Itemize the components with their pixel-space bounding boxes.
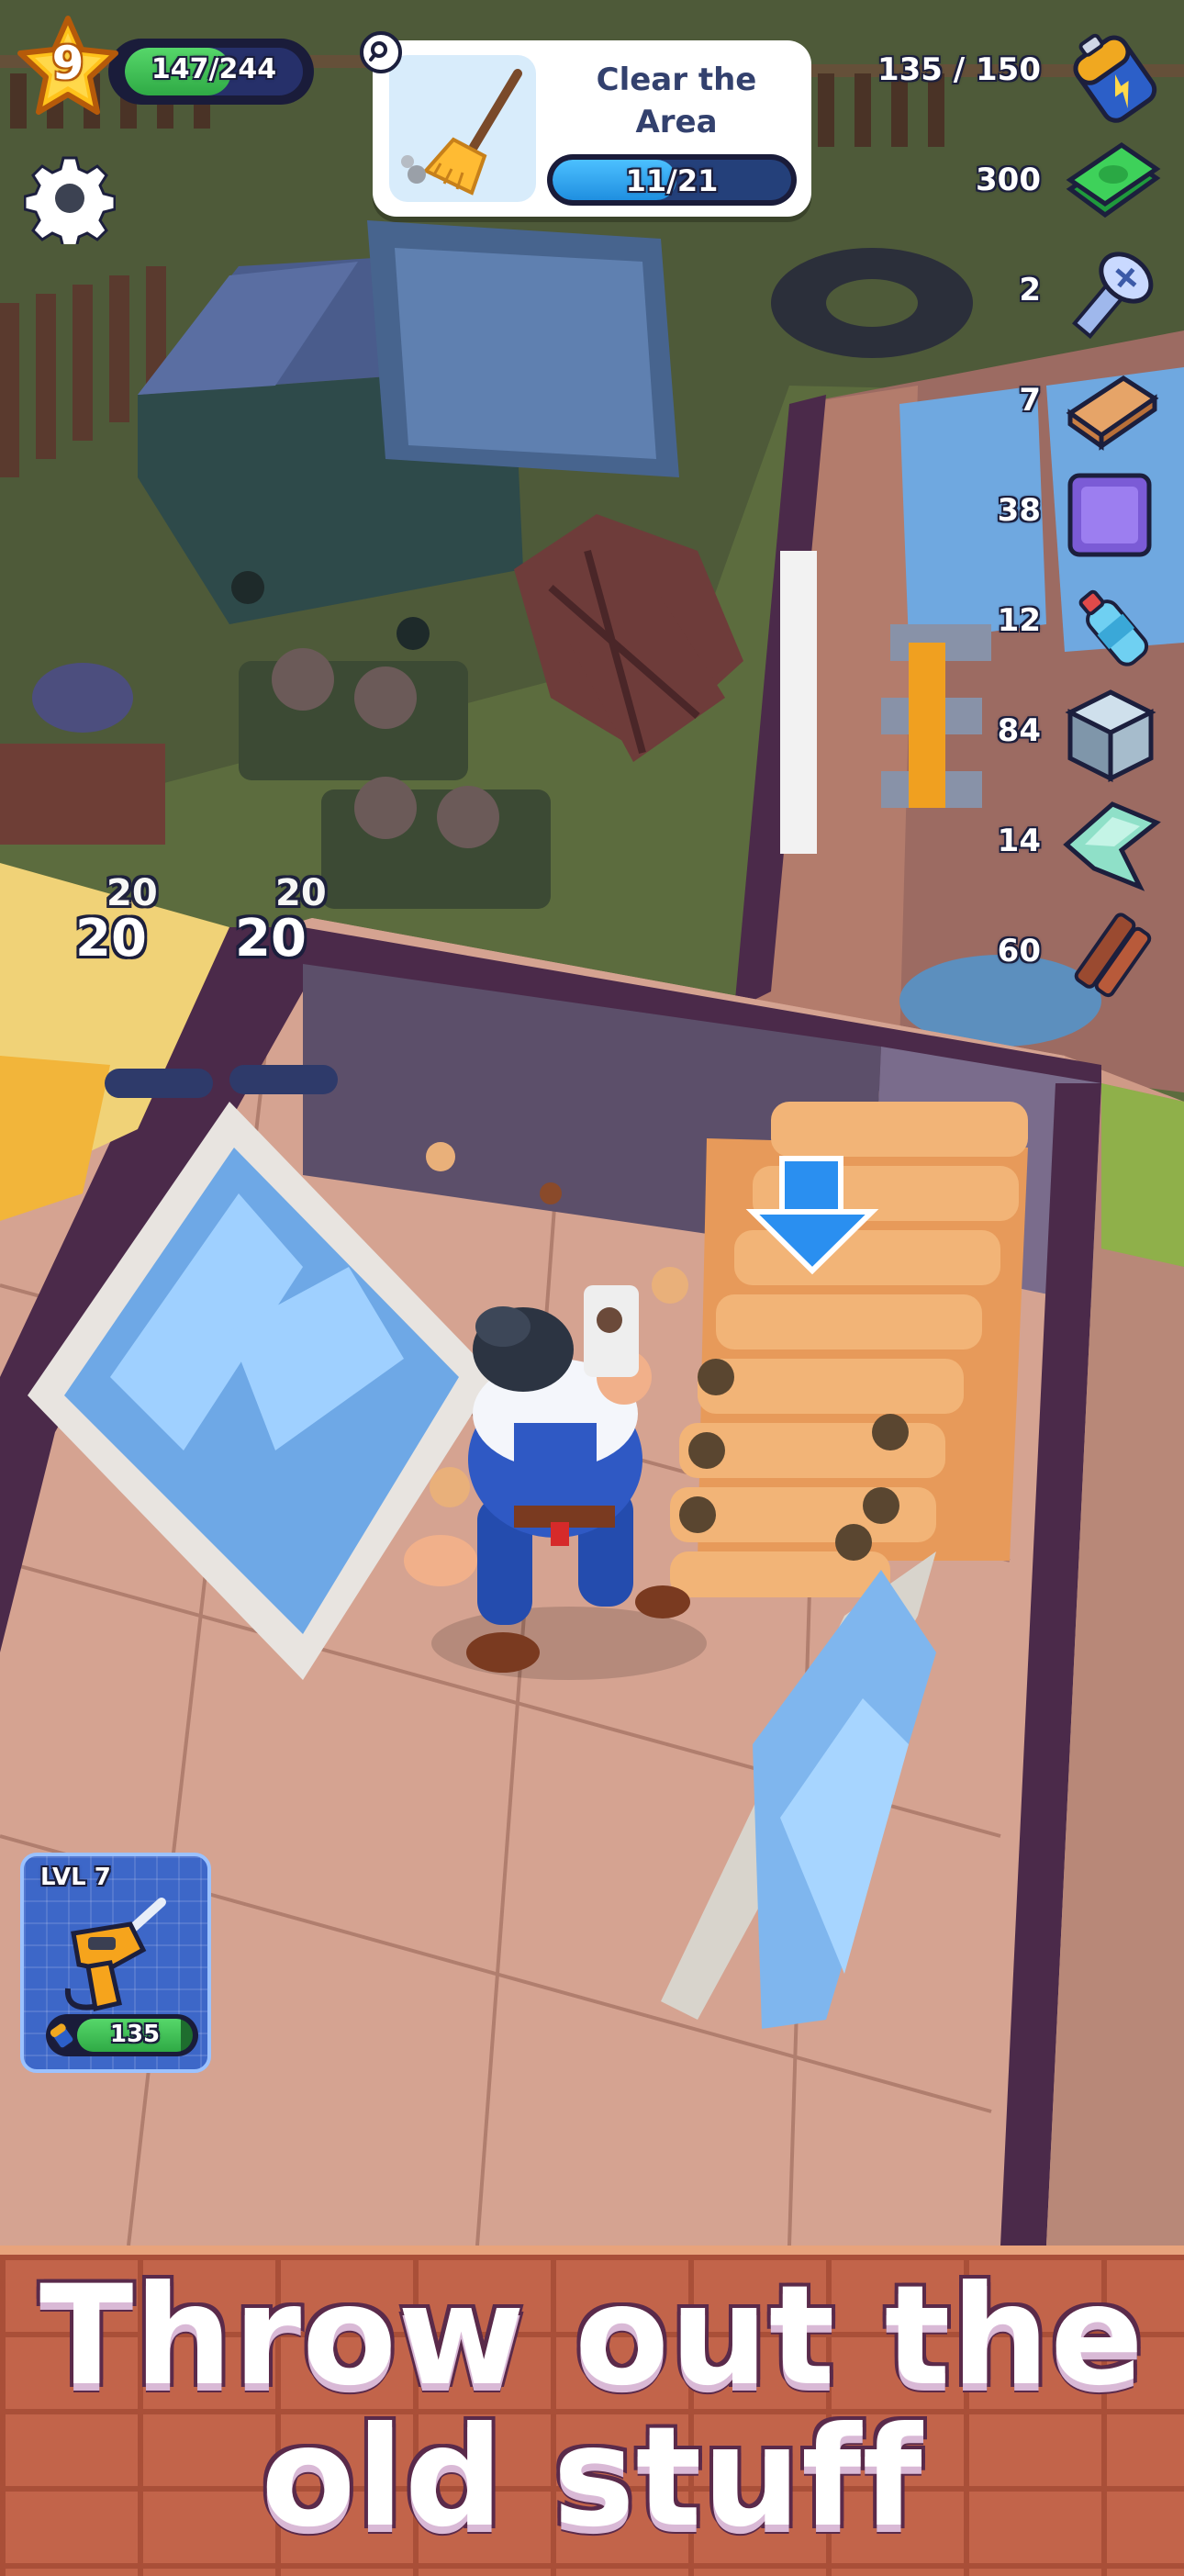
drill-icon [64, 1898, 166, 2012]
settings-button[interactable] [23, 152, 117, 250]
resource-tiles[interactable]: 38 [778, 465, 1164, 566]
bottle-icon [1078, 589, 1149, 666]
tool-level-label: LVL 7 [40, 1864, 111, 1891]
resource-count: 38 [997, 492, 1041, 529]
quest-search-button[interactable] [360, 31, 402, 73]
magnifier-icon [369, 41, 387, 62]
quest-card[interactable]: Clear the Area 11/21 [373, 40, 811, 217]
resource-screws[interactable]: 2 [778, 244, 1164, 345]
xp-text: 147/244 [151, 53, 277, 85]
resource-plastic-bottles[interactable]: 12 [778, 575, 1164, 676]
banner-headline-line1: Throw out the [39, 2257, 1145, 2416]
resource-count: 135 / 150 [877, 51, 1041, 88]
hammer-tool-card[interactable]: LVL 7 135 [20, 1853, 211, 2073]
gear-icon [23, 156, 117, 250]
tool-energy-track: 135 [77, 2019, 193, 2052]
resource-metal-cubes[interactable]: 84 [778, 685, 1164, 786]
screw-icon [1072, 252, 1154, 340]
resource-bricks[interactable]: 7 [778, 354, 1164, 455]
battery-icon [1073, 33, 1157, 123]
battery-icon [49, 2022, 75, 2050]
cash-icon [1066, 141, 1161, 218]
resource-count: 300 [976, 162, 1041, 198]
quest-progress-text: 11/21 [625, 163, 719, 198]
resource-count: 12 [997, 602, 1041, 639]
floating-reward: 20 [75, 909, 147, 969]
xp-bar: 147/244 [108, 39, 314, 105]
resource-glass-shards[interactable]: 14 [778, 795, 1164, 896]
level-number: 9 [51, 37, 84, 90]
resource-energy[interactable]: 135 / 150 [778, 24, 1164, 125]
quest-progress-bar: 11/21 [547, 154, 797, 206]
brick-icon [1066, 375, 1159, 451]
resource-count: 7 [1019, 382, 1041, 419]
plank-icon [1074, 913, 1152, 998]
resource-count: 14 [997, 823, 1041, 859]
cube-icon [1065, 689, 1156, 783]
level-badge[interactable]: 9 [13, 13, 123, 123]
tool-energy-bar: 135 [46, 2014, 198, 2056]
banner-headline-line2: old stuff [261, 2398, 923, 2558]
resource-count: 2 [1019, 272, 1041, 308]
resource-count: 60 [997, 933, 1041, 969]
broom-icon [401, 69, 522, 196]
floating-reward: 20 [235, 909, 307, 969]
tile-icon [1067, 473, 1152, 557]
resource-cash[interactable]: 300 [778, 134, 1164, 235]
quest-track: 11/21 [553, 160, 791, 200]
quest-icon-box [389, 55, 536, 202]
quest-title: Clear the Area [596, 62, 757, 140]
resource-count: 84 [997, 712, 1041, 749]
xp-track: 147/244 [125, 48, 303, 95]
tool-energy-text: 135 [109, 2021, 161, 2048]
resource-wood-planks[interactable]: 60 [778, 905, 1164, 1006]
glass-icon [1063, 801, 1161, 891]
